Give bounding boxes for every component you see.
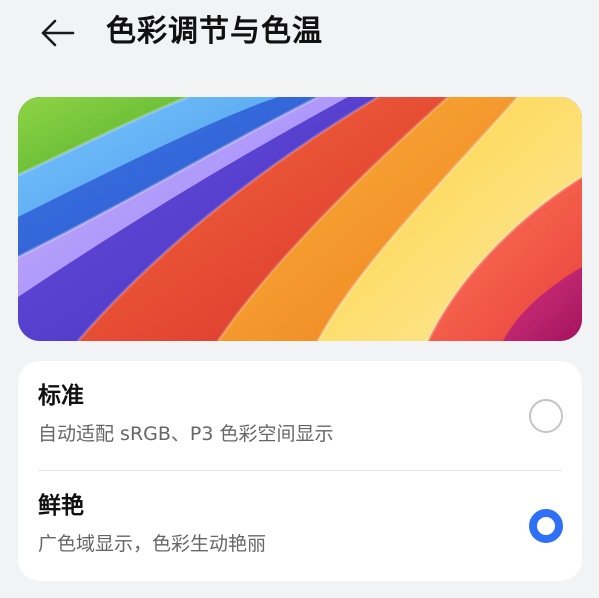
option-standard-label: 标准 — [38, 383, 84, 409]
option-standard-description: 自动适配 sRGB、P3 色彩空间显示 — [38, 423, 334, 445]
option-standard[interactable]: 标准 自动适配 sRGB、P3 色彩空间显示 — [18, 361, 582, 471]
option-standard-radio[interactable] — [529, 399, 563, 433]
page-title: 色彩调节与色温 — [106, 14, 323, 49]
option-vivid-radio[interactable] — [529, 509, 563, 543]
option-vivid-label: 鲜艳 — [38, 493, 84, 519]
color-preview-banner — [18, 97, 582, 341]
title-bar: 色彩调节与色温 — [0, 0, 599, 70]
option-vivid-description: 广色域显示，色彩生动艳丽 — [38, 533, 267, 555]
color-mode-options: 标准 自动适配 sRGB、P3 色彩空间显示 鲜艳 广色域显示，色彩生动艳丽 — [18, 361, 582, 581]
option-vivid[interactable]: 鲜艳 广色域显示，色彩生动艳丽 — [18, 471, 582, 581]
back-button[interactable] — [30, 10, 84, 56]
arrow-left-icon — [41, 19, 75, 47]
